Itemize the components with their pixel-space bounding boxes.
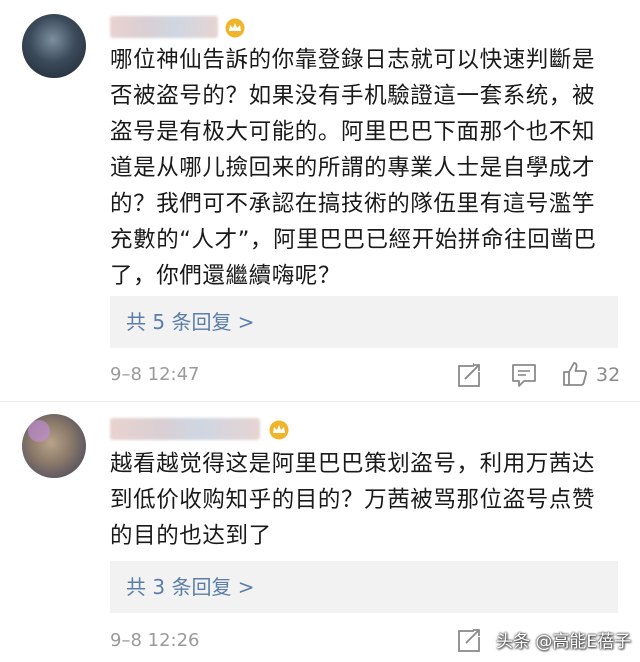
text-line: 的目的也达到了 (110, 523, 272, 549)
text-line: 越看越觉得这是阿里巴巴策划盗号，利用万茜达 (110, 451, 596, 477)
replies-box[interactable]: 共 3 条回复 > (110, 561, 618, 613)
avatar[interactable] (22, 414, 86, 478)
username-redacted[interactable] (110, 418, 260, 440)
comment-time: 9–8 12:26 (110, 630, 200, 651)
crown-badge-icon (269, 420, 289, 440)
comment-text: 越看越觉得这是阿里巴巴策划盗号，利用万茜达 到低价收购知乎的目的？万茜被骂那位盗… (110, 446, 620, 554)
view-replies-link[interactable]: 共 3 条回复 > (126, 561, 255, 613)
comment-2: 越看越觉得这是阿里巴巴策划盗号，利用万茜达 到低价收购知乎的目的？万茜被骂那位盗… (0, 0, 640, 662)
watermark: 头条 @高能E蓓子 (496, 632, 632, 652)
text-line: 到低价收购知乎的目的？万茜被骂那位盗号点赞 (110, 487, 596, 513)
share-icon[interactable] (456, 626, 484, 654)
